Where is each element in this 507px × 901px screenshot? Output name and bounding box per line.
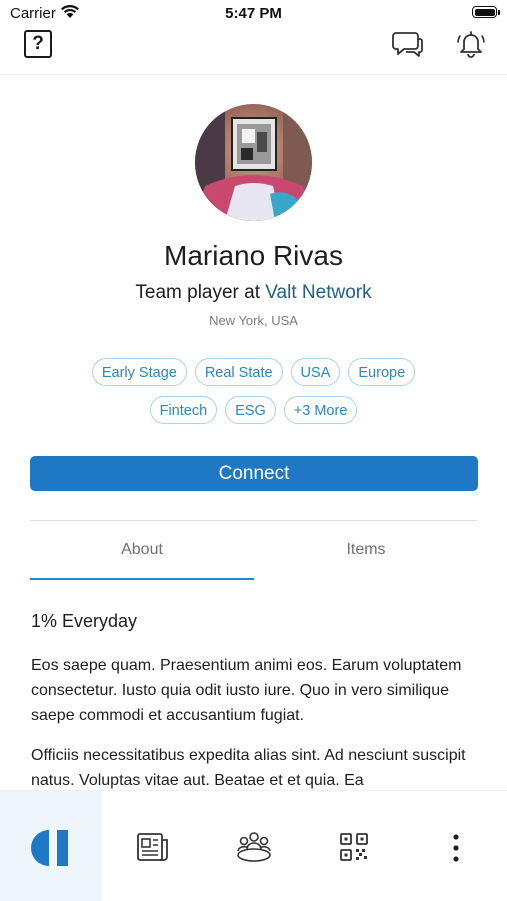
avatar	[195, 104, 312, 221]
nav-item-home[interactable]	[0, 791, 102, 901]
bottom-nav	[0, 790, 507, 901]
bell-icon[interactable]	[455, 28, 487, 60]
clock: 5:47 PM	[225, 5, 282, 22]
company-link[interactable]: Valt Network	[265, 282, 371, 303]
chat-icon[interactable]	[390, 28, 424, 60]
tag-list-row-2: Fintech ESG +3 More	[40, 396, 467, 424]
divider	[30, 520, 478, 521]
news-icon	[137, 833, 168, 861]
community-icon	[237, 832, 271, 862]
nav-item-news[interactable]	[102, 791, 203, 901]
logo-icon	[31, 830, 68, 866]
more-tags-chip[interactable]: +3 More	[283, 396, 358, 424]
profile-name: Mariano Rivas	[164, 240, 343, 271]
qr-code-icon	[340, 833, 368, 861]
connect-button[interactable]: Connect	[30, 456, 478, 491]
status-bar: Carrier 5:47 PM	[0, 0, 507, 28]
nav-item-community[interactable]	[203, 791, 304, 901]
battery-icon	[472, 6, 500, 18]
tag-chip[interactable]: Europe	[348, 358, 416, 386]
tab-items[interactable]: Items	[254, 541, 478, 559]
nav-item-qr[interactable]	[304, 791, 405, 901]
tag-chip[interactable]: USA	[290, 358, 341, 386]
more-icon	[453, 834, 459, 862]
active-tab-indicator	[30, 578, 254, 580]
tag-chip[interactable]: Real State	[194, 358, 283, 386]
tag-chip[interactable]: Early Stage	[91, 358, 187, 386]
about-title: 1% Everyday	[31, 611, 138, 631]
tab-about[interactable]: About	[30, 541, 254, 559]
tag-chip[interactable]: ESG	[225, 396, 276, 424]
tag-chip[interactable]: Fintech	[149, 396, 218, 424]
help-icon[interactable]: ?	[24, 30, 52, 58]
profile-headline: Team player at Valt Network	[0, 282, 507, 304]
about-paragraph: Eos saepe quam. Praesentium animi eos. E…	[31, 657, 462, 724]
about-paragraph: Officiis necessitatibus expedita alias s…	[31, 747, 466, 789]
headline-prefix: Team player at	[135, 282, 266, 303]
top-bar: ?	[0, 28, 507, 75]
tag-list-row-1: Early Stage Real State USA Europe	[40, 358, 467, 386]
profile-location: New York, USA	[209, 313, 298, 328]
nav-item-more[interactable]	[405, 791, 507, 901]
